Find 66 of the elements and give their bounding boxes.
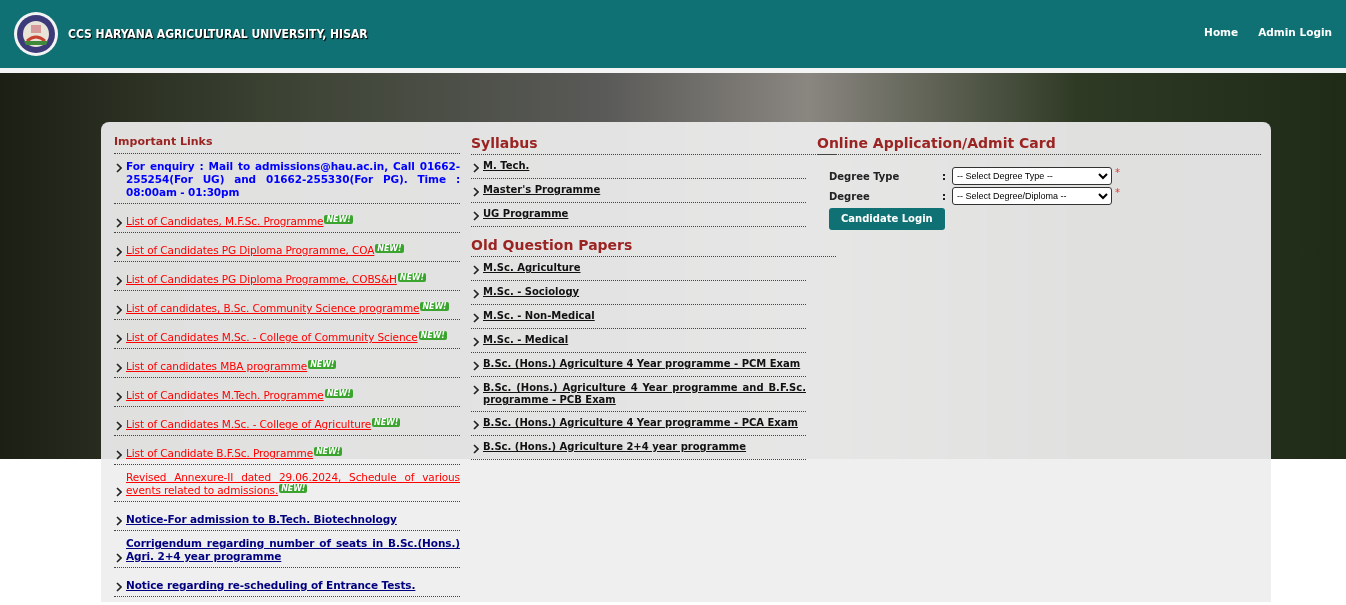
notice-link[interactable]: Notice regarding re-scheduling of Entrance Tests. (126, 579, 460, 592)
question-paper-link[interactable]: B.Sc. (Hons.) Agriculture 2+4 year programme (483, 441, 806, 453)
chevron-icon (116, 582, 122, 592)
candidate-login-button[interactable]: Candidate Login (829, 208, 945, 230)
question-paper-link[interactable]: M.Sc. - Medical (483, 334, 806, 346)
chevron-icon (473, 420, 479, 430)
question-paper-link[interactable]: B.Sc. (Hons.) Agriculture 4 Year programme and B.F.Sc. programme - PCB Exam (483, 382, 806, 406)
colon-separator: : (942, 170, 947, 182)
question-paper-link[interactable]: B.Sc. (Hons.) Agriculture 4 Year programme - PCA Exam (483, 417, 806, 429)
question-paper-link[interactable]: M.Sc. Agriculture (483, 262, 806, 274)
section-title: Old Question Papers (471, 234, 836, 257)
section-title: Online Application/Admit Card (817, 132, 1261, 155)
university-emblem-icon (13, 11, 59, 57)
chevron-icon (473, 313, 479, 323)
nav-link[interactable]: Home (1204, 26, 1239, 38)
chevron-icon (473, 444, 479, 454)
new-badge: NEW! (397, 273, 427, 282)
new-badge: NEW! (375, 244, 404, 253)
chevron-icon (473, 289, 479, 299)
required-mark: * (1115, 187, 1120, 198)
chevron-icon (116, 553, 122, 563)
chevron-icon (116, 247, 122, 257)
chevron-icon (116, 516, 122, 526)
question-paper-link[interactable]: M.Sc. - Sociology (483, 286, 806, 298)
syllabus-link[interactable]: Master's Programme (483, 184, 806, 196)
chevron-icon (116, 392, 122, 402)
question-paper-link[interactable]: B.Sc. (Hons.) Agriculture 4 Year programme - PCM Exam (483, 358, 806, 370)
chevron-icon (473, 211, 479, 221)
enquiry-text: For enquiry : Mail to admissions@hau.ac.in, Call 01662-255254(For UG) and 01662-255330(For PG). Time : 08:00am - 01:30pm (126, 160, 460, 198)
degree-dropdown[interactable]: -- Select Degree Type -- (952, 167, 1112, 185)
field-label: Degree Type (829, 170, 901, 182)
chevron-icon (473, 187, 479, 197)
section-title: Important Links (114, 132, 460, 154)
new-badge: NEW! (372, 418, 401, 427)
new-badge: NEW! (279, 484, 308, 493)
question-paper-link[interactable]: M.Sc. - Non-Medical (483, 310, 806, 322)
degree-dropdown[interactable]: -- Select Degree/Diploma -- (952, 187, 1112, 205)
chevron-icon (116, 305, 122, 315)
chevron-icon (473, 163, 479, 173)
new-badge: NEW! (324, 215, 353, 224)
syllabus-link[interactable]: UG Programme (483, 208, 806, 220)
chevron-icon (473, 361, 479, 371)
new-badge: NEW! (418, 331, 447, 340)
notice-link[interactable]: Notice-For admission to B.Tech. Biotechnology (126, 513, 460, 526)
field-label: Degree (829, 190, 871, 202)
chevron-icon (116, 218, 122, 228)
chevron-icon (116, 450, 122, 460)
new-badge: NEW! (324, 389, 353, 398)
new-badge: NEW! (420, 302, 449, 311)
chevron-icon (116, 421, 122, 431)
chevron-icon (473, 385, 479, 395)
chevron-icon (116, 334, 122, 344)
chevron-icon (116, 363, 122, 373)
new-badge: NEW! (308, 360, 337, 369)
syllabus-link[interactable]: M. Tech. (483, 160, 806, 172)
nav-link[interactable]: Admin Login (1258, 26, 1332, 38)
chevron-icon (116, 276, 122, 286)
chevron-icon (473, 265, 479, 275)
required-mark: * (1115, 167, 1120, 178)
colon-separator: : (942, 190, 947, 202)
chevron-icon (116, 487, 122, 497)
new-badge: NEW! (314, 447, 343, 456)
chevron-icon (116, 163, 122, 173)
site-title: CCS HARYANA AGRICULTURAL UNIVERSITY, HISAR (68, 27, 368, 41)
chevron-icon (473, 337, 479, 347)
notice-link[interactable]: Corrigendum regarding number of seats in B.Sc.(Hons.) Agri. 2+4 year programme (126, 537, 460, 563)
